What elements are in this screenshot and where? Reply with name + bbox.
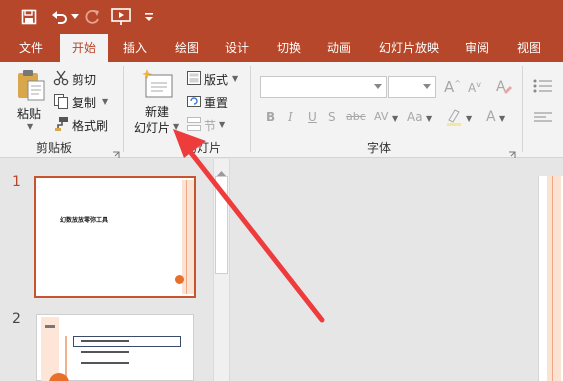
annotation-arrow-icon [173, 129, 325, 323]
